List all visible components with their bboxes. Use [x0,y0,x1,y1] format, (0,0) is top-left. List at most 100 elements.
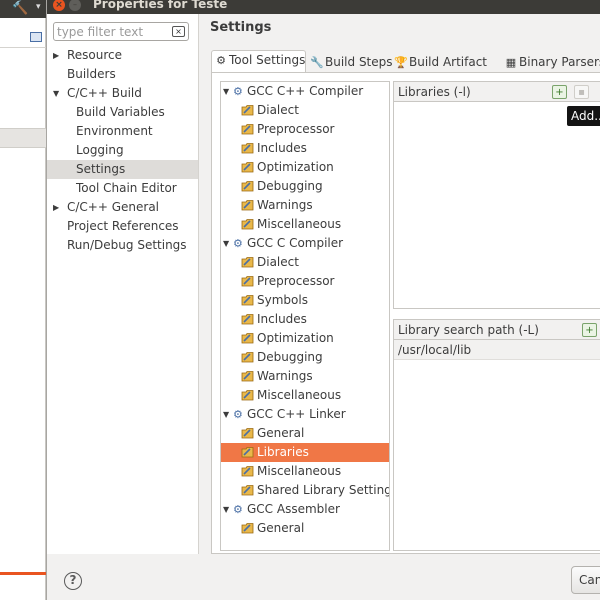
tool-option-libraries[interactable]: Libraries [221,443,389,462]
option-page-icon [241,485,254,496]
nav-item-label: Tool Chain Editor [76,181,177,195]
tool-option-miscellaneous[interactable]: Miscellaneous [221,386,389,405]
settings-tabs: ⚙ Tool Settings 🔧Build Steps 🏆Build Artifac… [211,50,600,73]
search-path-row[interactable]: /usr/local/lib [394,340,600,360]
nav-item-tool-chain-editor[interactable]: Tool Chain Editor [47,179,198,198]
collapsed-arrow-icon[interactable]: ▶ [53,198,59,217]
nav-item-project-references[interactable]: Project References [47,217,198,236]
option-page-icon [241,105,254,116]
help-button[interactable]: ? [64,572,82,590]
tool-group-gcc-c-compiler[interactable]: ▼ ⚙ GCC C++ Compiler [221,82,389,101]
background-tab-row [0,30,46,48]
tool-option-includes[interactable]: Includes [221,139,389,158]
nav-item-label: Resource [67,48,123,62]
nav-item-logging[interactable]: Logging [47,141,198,160]
nav-item-resource[interactable]: ▶ Resource [47,46,198,65]
option-page-icon [241,523,254,534]
tab-tool-settings[interactable]: ⚙ Tool Settings [211,50,307,73]
tool-tree-label: General [257,521,305,535]
tool-option-includes[interactable]: Includes [221,310,389,329]
cancel-button[interactable]: Cancel [571,566,600,594]
nav-item-label: Project References [67,219,179,233]
option-page-icon [241,200,254,211]
search-path-list: /usr/local/lib [394,340,600,360]
filter-box: × [53,22,189,41]
tool-option-general[interactable]: General [221,424,389,443]
add-search-path-icon[interactable]: + [582,323,597,337]
option-page-icon [241,466,254,477]
tool-tree-label: Optimization [257,160,334,174]
nav-item-environment[interactable]: Environment [47,122,198,141]
tool-option-optimization[interactable]: Optimization [221,329,389,348]
close-icon[interactable]: × [53,0,65,11]
tool-option-debugging[interactable]: Debugging [221,177,389,196]
tool-option-preprocessor[interactable]: Preprocessor [221,272,389,291]
expanded-arrow-icon[interactable]: ▼ [223,500,229,519]
build-steps-icon: 🔧 [310,56,324,69]
option-page-icon [241,257,254,268]
nav-item-label: Run/Debug Settings [67,238,187,252]
tool-tree-label: Shared Library Settings [257,483,390,497]
expanded-arrow-icon[interactable]: ▼ [223,405,229,424]
maximize-view-icon[interactable] [30,32,42,42]
tool-settings-panel: ▼ ⚙ GCC C++ Compiler Dialect Preprocessor Inc… [211,72,600,554]
tool-option-general[interactable]: General [221,519,389,538]
option-page-icon [241,295,254,306]
tool-option-preprocessor[interactable]: Preprocessor [221,120,389,139]
filter-input[interactable] [57,24,167,39]
hammer-icon[interactable]: 🔨 [12,1,28,16]
tool-tree-label: Symbols [257,293,308,307]
nav-item-settings[interactable]: Settings [47,160,198,179]
properties-dialog: × – Properties for Teste × ▶ Resource Buil… [46,0,600,600]
tool-option-optimization[interactable]: Optimization [221,158,389,177]
tab-label: Build Steps [325,55,393,69]
binary-parsers-icon: ▦ [505,56,517,69]
libraries-pane-header: Libraries (-l) + ▪ [394,82,600,102]
nav-item-label: C/C++ Build [67,86,142,100]
tool-group-gcc-assembler[interactable]: ▼ ⚙ GCC Assembler [221,500,389,519]
collapsed-arrow-icon[interactable]: ▶ [53,46,59,65]
tool-group-gcc-c-compiler[interactable]: ▼ ⚙ GCC C Compiler [221,234,389,253]
nav-item-build-variables[interactable]: Build Variables [47,103,198,122]
nav-item-c-c-general[interactable]: ▶ C/C++ General [47,198,198,217]
clear-filter-icon[interactable]: × [172,26,185,37]
property-nav-tree: ▶ Resource Builders ▼ C/C++ Build Build Varia… [47,46,198,255]
tool-tree: ▼ ⚙ GCC C++ Compiler Dialect Preprocessor Inc… [220,81,390,551]
option-page-icon [241,162,254,173]
tool-option-dialect[interactable]: Dialect [221,101,389,120]
tool-option-shared-library-settings[interactable]: Shared Library Settings [221,481,389,500]
tool-option-warnings[interactable]: Warnings [221,196,389,215]
chevron-down-icon[interactable]: ▾ [36,2,41,12]
expanded-arrow-icon[interactable]: ▼ [223,234,229,253]
tool-tree-label: Debugging [257,179,323,193]
nav-item-label: Environment [76,124,153,138]
tool-option-miscellaneous[interactable]: Miscellaneous [221,462,389,481]
option-page-icon [241,276,254,287]
tool-option-debugging[interactable]: Debugging [221,348,389,367]
background-selected-band [0,128,46,148]
nav-item-c-c-build[interactable]: ▼ C/C++ Build [47,84,198,103]
nav-item-builders[interactable]: Builders [47,65,198,84]
nav-item-run-debug-settings[interactable]: Run/Debug Settings [47,236,198,255]
option-page-icon [241,219,254,230]
tool-option-dialect[interactable]: Dialect [221,253,389,272]
option-page-icon [241,181,254,192]
tool-tree-label: Includes [257,312,307,326]
tab-binary-parsers[interactable]: ▦ Binary Parsers [501,52,600,72]
tool-option-warnings[interactable]: Warnings [221,367,389,386]
tool-tree-label: Warnings [257,198,313,212]
minimize-icon[interactable]: – [69,0,81,11]
tool-settings-icon: ⚙ [216,54,226,67]
tool-option-symbols[interactable]: Symbols [221,291,389,310]
expanded-arrow-icon[interactable]: ▼ [53,84,59,103]
tab-build-artifact[interactable]: 🏆Build Artifact [391,52,488,72]
add-library-icon[interactable]: + [552,85,567,99]
tab-label: Build Artifact [409,55,487,69]
tab-label: Tool Settings [229,53,306,67]
tab-build-steps[interactable]: 🔧Build Steps [307,52,394,72]
search-path-pane-title: Library search path (-L) [398,323,539,337]
tool-option-miscellaneous[interactable]: Miscellaneous [221,215,389,234]
tool-group-gcc-c-linker[interactable]: ▼ ⚙ GCC C++ Linker [221,405,389,424]
expanded-arrow-icon[interactable]: ▼ [223,82,229,101]
option-page-icon [241,333,254,344]
